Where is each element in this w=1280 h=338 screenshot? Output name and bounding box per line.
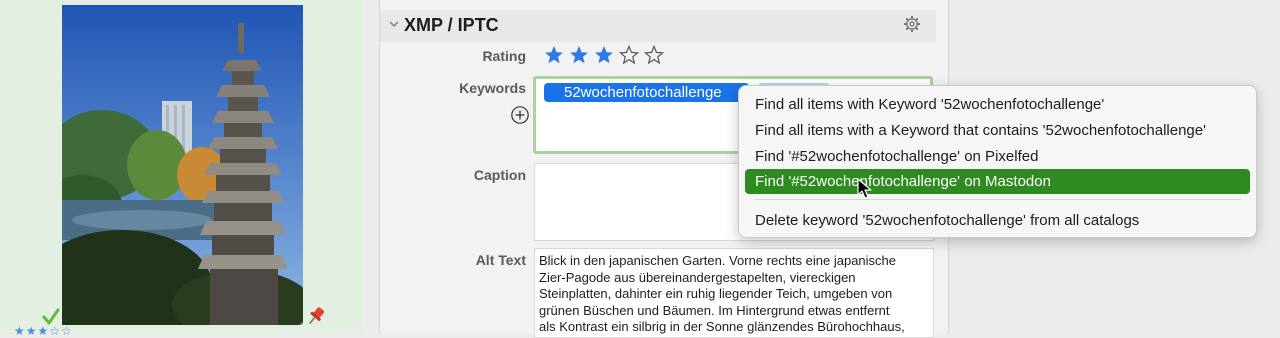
star-filled-icon[interactable] [594, 45, 614, 65]
menu-item-find-on-mastodon[interactable]: Find '#52wochenfotochallenge' on Mastodo… [745, 169, 1250, 194]
pushpin-icon [308, 307, 325, 325]
caption-label: Caption [473, 167, 526, 183]
mouse-cursor-icon [857, 178, 872, 199]
keyword-token[interactable]: 52wochenfotochallenge [544, 83, 749, 102]
pane-gap [362, 0, 380, 334]
menu-item-delete-keyword[interactable]: Delete keyword '52wochenfotochallenge' f… [745, 208, 1250, 233]
menu-item-find-contains-keyword[interactable]: Find all items with a Keyword that conta… [745, 118, 1250, 143]
thumbnail-rating-stars: ★★★☆☆ [14, 324, 73, 338]
menu-item-find-keyword[interactable]: Find all items with Keyword '52wochenfot… [745, 92, 1250, 117]
keywords-label: Keywords [459, 80, 526, 96]
alt-text-field[interactable]: Blick in den japanischen Garten. Vorne r… [534, 248, 934, 338]
alt-text-label: Alt Text [475, 252, 526, 268]
photo-thumbnail[interactable] [62, 5, 303, 325]
star-empty-icon[interactable] [619, 45, 639, 65]
keyword-context-menu: Find all items with Keyword '52wochenfot… [738, 85, 1257, 238]
thumbnail-pane: ★★★☆☆ [0, 0, 362, 338]
xmp-iptc-section-header[interactable]: XMP / IPTC [380, 10, 936, 42]
menu-item-find-on-pixelfed[interactable]: Find '#52wochenfotochallenge' on Pixelfe… [745, 144, 1250, 169]
star-empty-icon[interactable] [644, 45, 664, 65]
gear-icon[interactable] [903, 15, 921, 33]
garden-photo-image [62, 5, 303, 325]
star-filled-icon[interactable] [569, 45, 589, 65]
chevron-down-icon[interactable] [388, 18, 400, 30]
star-filled-icon[interactable] [544, 45, 564, 65]
menu-separator [755, 199, 1241, 200]
alt-text-value[interactable]: Blick in den japanischen Garten. Vorne r… [539, 253, 931, 336]
add-keyword-icon[interactable] [510, 105, 530, 125]
rating-stars[interactable] [544, 45, 669, 67]
section-title: XMP / IPTC [404, 15, 499, 35]
rating-label: Rating [482, 48, 526, 64]
